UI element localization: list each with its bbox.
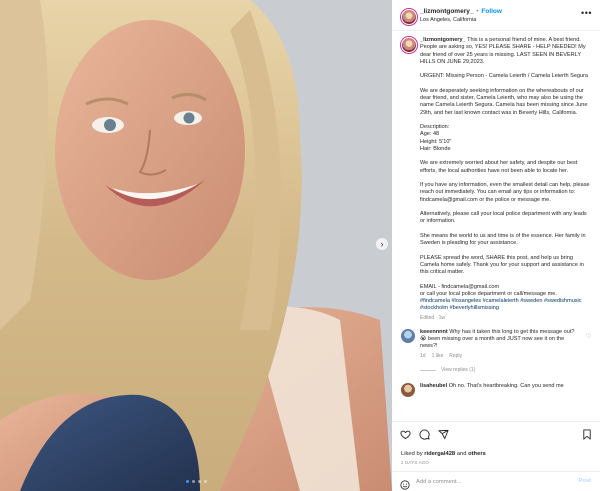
replies-divider — [420, 369, 436, 371]
comments-scroll-area[interactable]: _lizmontgomery_ This is a personal frien… — [392, 31, 600, 420]
post-viewer: › _lizmontgomery_ • Follow Los Angeles, … — [0, 0, 600, 491]
comment-likes[interactable]: 1 like — [432, 353, 444, 359]
post-location[interactable]: Los Angeles, California — [420, 17, 476, 23]
comment-time[interactable]: 1d — [420, 353, 426, 359]
post-comment-button[interactable]: Post — [578, 478, 591, 484]
description-age: Age: 48 — [420, 131, 440, 138]
caption-username[interactable]: _lizmontgomery_ — [420, 37, 466, 43]
liked-by-line: Liked by ridergal428 and others — [401, 451, 486, 457]
caption-paragraph-5: She means the world to us and time is of… — [420, 232, 586, 246]
author-line: _lizmontgomery_ • Follow — [420, 8, 502, 15]
comment-text: lisaheubel Oh no. That's heartbreaking. … — [420, 383, 591, 390]
caption-paragraph-4: Alternatively, please call your local po… — [420, 211, 587, 225]
share-icon[interactable] — [438, 429, 449, 440]
comment-avatar[interactable] — [401, 328, 415, 343]
comment-meta: 1d 1 like Reply — [420, 353, 591, 359]
comment-username[interactable]: keeennnnt — [420, 329, 448, 335]
carousel-dot — [192, 480, 195, 483]
post-actions: Liked by ridergal428 and others 2 DAYS A… — [392, 421, 600, 491]
caption-call: or call your local police department or … — [420, 290, 557, 297]
bookmark-icon[interactable] — [582, 429, 592, 440]
heart-icon[interactable] — [400, 429, 411, 440]
post-photo[interactable]: › — [0, 0, 392, 491]
comment-username[interactable]: lisaheubel — [420, 383, 447, 389]
caption-email: EMAIL - findcamela@gmail.com — [420, 283, 500, 290]
liked-user[interactable]: ridergal428 — [424, 451, 455, 457]
caption: _lizmontgomery_ This is a personal frien… — [392, 31, 600, 321]
emoji-icon[interactable] — [400, 477, 410, 491]
comment-avatar[interactable] — [401, 383, 415, 398]
comment-body: Oh no. That's heartbreaking. Can you sen… — [448, 383, 564, 390]
author-username[interactable]: _lizmontgomery_ — [420, 8, 473, 15]
comment: lisaheubel Oh no. That's heartbreaking. … — [392, 373, 600, 398]
description-title: Description: — [420, 124, 450, 130]
chevron-right-icon[interactable]: › — [376, 238, 388, 250]
like-comment-heart-icon[interactable]: ♡ — [586, 333, 591, 340]
comment: keeennnnt Why has it taken this long to … — [392, 321, 600, 373]
carousel-indicator — [186, 480, 207, 483]
separator-dot: • — [476, 8, 479, 15]
comment-text: keeennnnt Why has it taken this long to … — [420, 329, 591, 351]
post-timestamp[interactable]: 2 DAYS AGO — [401, 460, 429, 465]
comment-input[interactable] — [416, 476, 556, 487]
caption-paragraph-6: PLEASE spread the word, SHARE this post,… — [420, 254, 584, 276]
liked-and: and — [456, 451, 467, 457]
description-height: Height: 5'10" — [420, 138, 452, 145]
caption-text: _lizmontgomery_ This is a personal frien… — [420, 37, 591, 313]
liked-prefix: Liked by — [401, 451, 423, 457]
caption-hashtags[interactable]: #findcamela #losangeles #camelaleierth #… — [420, 298, 591, 313]
caption-paragraph-1: We are desperately seeking information o… — [420, 87, 588, 116]
follow-button[interactable]: Follow — [481, 8, 502, 15]
post-header: _lizmontgomery_ • Follow Los Angeles, Ca… — [392, 0, 600, 31]
caption-paragraph-3: If you have any information, even the sm… — [420, 182, 590, 203]
action-icons — [400, 429, 449, 440]
carousel-dot-active — [186, 480, 189, 483]
author-avatar[interactable] — [401, 9, 417, 25]
caption-urgent: URGENT: Missing Person - Camela Leierth … — [420, 73, 589, 80]
comment-icon[interactable] — [419, 429, 430, 440]
post-details-panel: _lizmontgomery_ • Follow Los Angeles, Ca… — [392, 0, 600, 491]
liked-others-link[interactable]: others — [468, 451, 486, 457]
add-comment-bar: Post — [392, 471, 600, 491]
woman-portrait-image — [0, 0, 392, 491]
caption-paragraph-2: We are extremely worried about her safet… — [420, 160, 578, 174]
carousel-dot — [198, 480, 201, 483]
description-hair: Hair: Blonde — [420, 145, 451, 152]
caption-avatar[interactable] — [401, 37, 417, 53]
comment-reply-button[interactable]: Reply — [449, 353, 462, 359]
more-icon[interactable]: ••• — [581, 9, 592, 18]
carousel-dot — [204, 480, 207, 483]
